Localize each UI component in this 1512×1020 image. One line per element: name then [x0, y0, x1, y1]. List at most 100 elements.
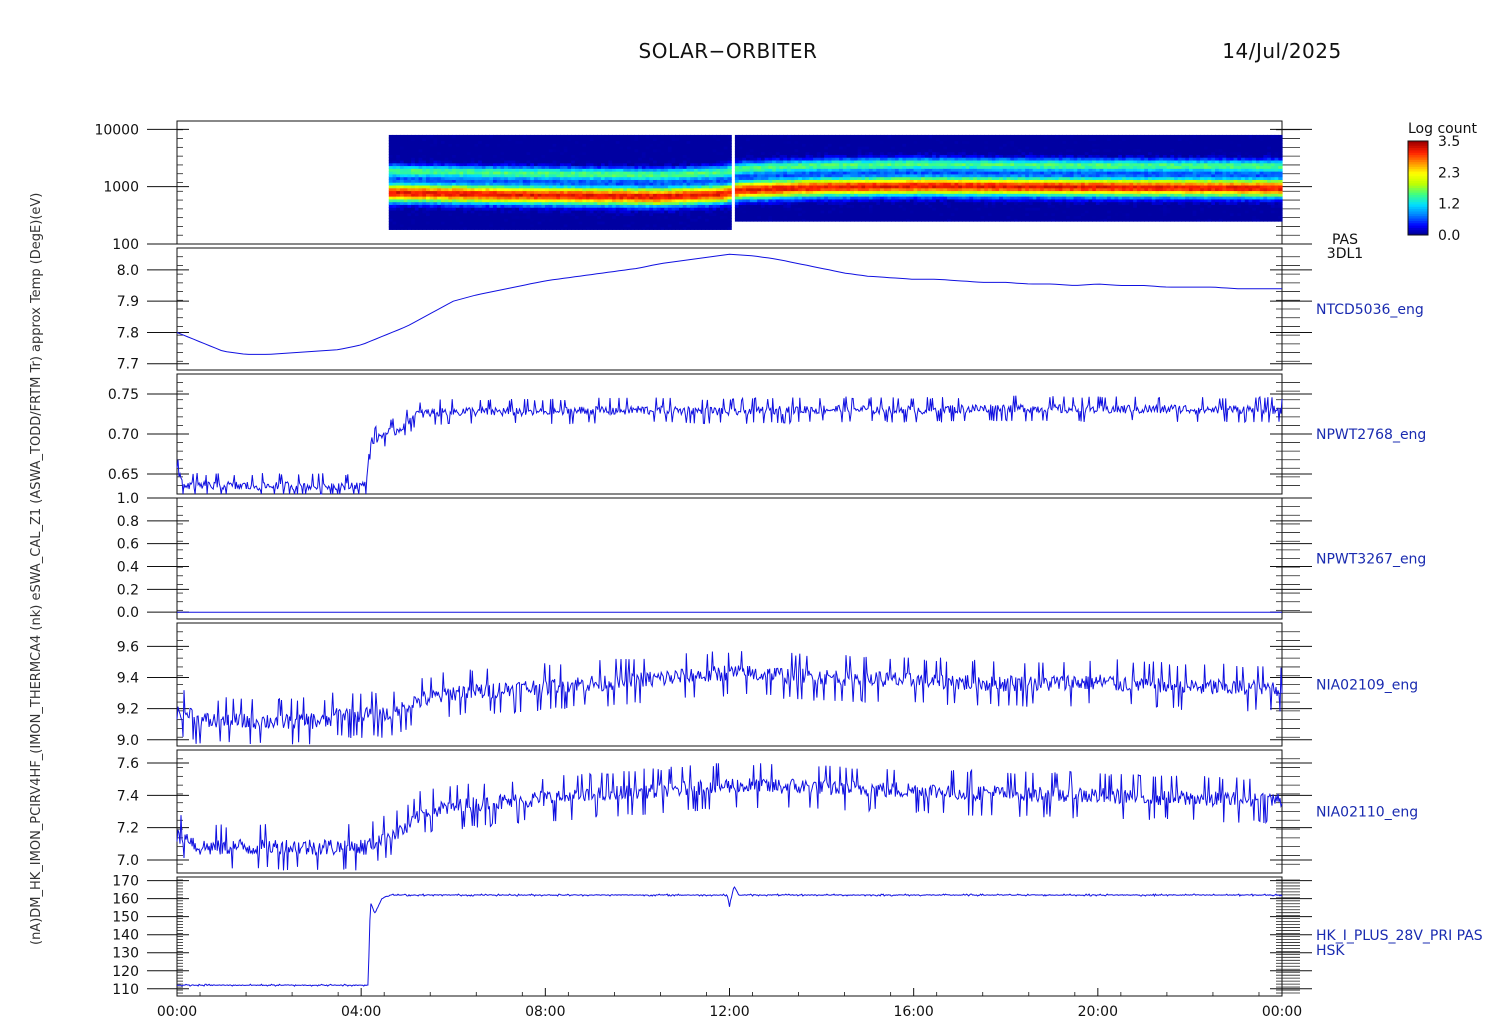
spectrogram-cell [827, 134, 833, 139]
spectrogram-cell [511, 134, 516, 139]
spectrogram-cell [641, 134, 647, 139]
spectrogram-cell [798, 134, 803, 139]
spectrogram-cell [816, 134, 822, 139]
spectrogram-cell [578, 134, 583, 139]
spectrogram-cell [898, 134, 903, 139]
spectrogram-cell [727, 134, 732, 139]
spectrogram-cell [701, 134, 706, 139]
spectrogram-cell [894, 134, 900, 139]
spectrogram-cell [403, 134, 409, 139]
spectrogram-cell [437, 134, 442, 139]
spectrogram-cell [440, 134, 446, 139]
spectrogram-cell [634, 134, 639, 139]
spectrogram-cell [939, 134, 944, 139]
spectrogram-cell [928, 134, 933, 139]
spectrogram-cell [392, 134, 397, 139]
spectrogram-cell [760, 134, 766, 139]
spectrogram-cell [619, 134, 624, 139]
spectrogram-cell [545, 134, 550, 139]
spectrogram-cell [909, 134, 915, 139]
spectrogram-cell [485, 134, 490, 139]
spectrogram-cell [772, 134, 777, 139]
spectrogram-cell [708, 134, 714, 139]
spectrogram-cell [887, 134, 892, 139]
spectrogram-cell [775, 134, 781, 139]
spectrogram-cell [593, 134, 598, 139]
spectrogram-cell [757, 134, 762, 139]
spectrogram-cell [597, 134, 602, 139]
spectrogram-cell [820, 134, 825, 139]
y-tick-label: 10000 [94, 122, 139, 138]
spectrogram-cell [906, 134, 911, 139]
spectrogram-cell [723, 134, 729, 139]
spectrogram-cell [414, 134, 420, 139]
spectrogram-cell [533, 134, 539, 139]
spectrogram-cell [604, 134, 609, 139]
spectrogram-cell [679, 134, 684, 139]
spectrogram-cell [470, 134, 475, 139]
spectrogram-cell [835, 134, 840, 139]
spectrogram-cell [839, 134, 844, 139]
spectrogram-cell [943, 134, 948, 139]
spectrogram-cell [563, 134, 569, 139]
spectrogram-cell [429, 134, 435, 139]
spectrogram-cell [649, 134, 654, 139]
spectrogram-cell [612, 134, 617, 139]
spectrogram-cell [515, 134, 520, 139]
spectrogram-cell [753, 134, 758, 139]
spectrogram-cell [582, 134, 587, 139]
panel-right-label: 3DL1 [1327, 246, 1363, 262]
spectrogram-cell [504, 134, 509, 139]
panel-0: 100001000100 PAS3DL1 [94, 120, 1363, 262]
spectrogram-cell [478, 134, 483, 139]
spectrogram-cell [850, 134, 855, 139]
spectrogram-cell [638, 134, 643, 139]
spectrogram-cell [481, 134, 487, 139]
spectrogram-cell [787, 134, 792, 139]
spectrogram-cell [935, 134, 941, 139]
spectrogram-cell [608, 134, 613, 139]
spectrogram-cell [693, 134, 699, 139]
colorbar-tick-label: 2.3 [1438, 165, 1460, 181]
spectrogram-cell [396, 134, 401, 139]
spectrogram-cell [656, 134, 662, 139]
spectrogram-cell [734, 134, 740, 139]
mission-title: SOLAR−ORBITER [639, 39, 818, 63]
spectrogram-cell [522, 134, 528, 139]
spectrogram-cell [626, 134, 632, 139]
spectrogram-cell [507, 134, 513, 139]
spectrogram-cell [865, 134, 870, 139]
spectrogram-cell [783, 134, 788, 139]
spectrogram-cell [388, 134, 394, 139]
spectrogram-cell [556, 134, 561, 139]
spectrogram-cell [846, 134, 851, 139]
spectrogram-cell [571, 134, 576, 139]
spectrogram-cell [712, 134, 717, 139]
spectrogram-cell [615, 134, 621, 139]
spectrogram-cell [653, 134, 658, 139]
spectrogram-cell [675, 134, 680, 139]
spectrogram-cell [738, 134, 743, 139]
spectrogram-cell [813, 134, 818, 139]
spectrogram-cell [645, 134, 650, 139]
spectrogram-cell [842, 134, 848, 139]
spectrogram-cell [426, 134, 431, 139]
spectrogram-cell [418, 134, 423, 139]
spectrogram-cell [586, 134, 591, 139]
spectrogram [388, 134, 1283, 230]
spectrogram-cell [697, 134, 703, 139]
spectrogram-cell [489, 134, 494, 139]
spectrogram-cell [902, 134, 907, 139]
spectrogram-cell [574, 134, 580, 139]
spectrogram-cell [455, 134, 461, 139]
spectrogram-cell [667, 134, 673, 139]
spectrogram-cell [600, 134, 606, 139]
y-tick-label: 1000 [103, 180, 139, 196]
colorbar-tick-label: 3.5 [1438, 134, 1460, 150]
spectrogram-cell [541, 134, 546, 139]
spectrogram-cell [630, 134, 636, 139]
spectrogram-cell [917, 134, 922, 139]
colorbar-tick-label: 1.2 [1438, 197, 1460, 213]
spectrogram-cell [466, 134, 472, 139]
spectrogram-cell [589, 134, 595, 139]
